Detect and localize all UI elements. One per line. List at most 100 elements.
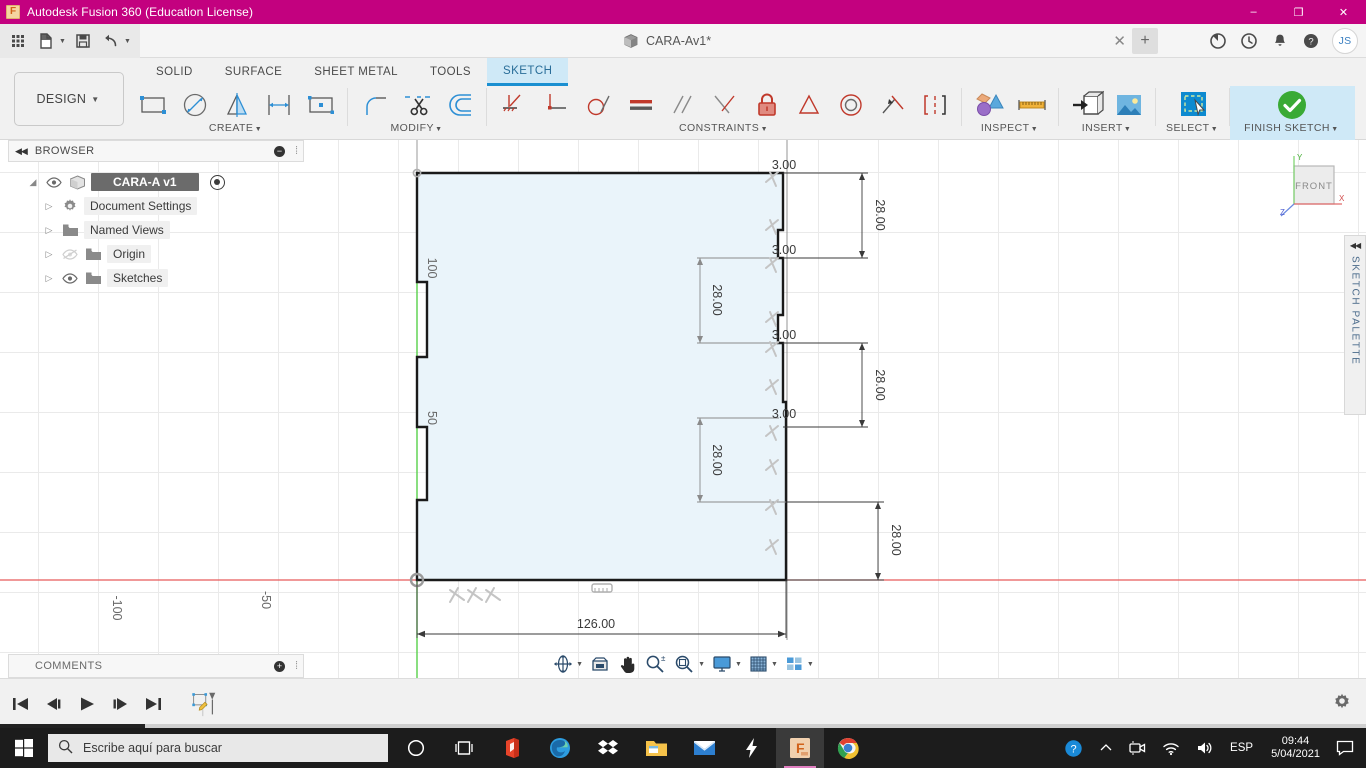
orbit-icon[interactable] xyxy=(550,653,576,675)
windows-help-icon[interactable]: ? xyxy=(1056,739,1091,758)
taskbar-clock[interactable]: 09:44 5/04/2021 xyxy=(1261,735,1330,761)
dropbox-icon[interactable] xyxy=(584,728,632,768)
insert-derive-icon[interactable] xyxy=(1066,86,1107,124)
zoom-icon[interactable]: ± xyxy=(642,653,669,675)
help-icon[interactable]: ? xyxy=(1301,31,1320,50)
pan-hand-icon[interactable] xyxy=(615,653,640,675)
section-analysis-icon[interactable] xyxy=(969,86,1010,124)
trim-scissors-icon[interactable] xyxy=(397,86,438,124)
comments-resize-grip[interactable]: ⁞ xyxy=(295,660,298,672)
tab-sketch[interactable]: SKETCH xyxy=(487,58,569,86)
fillet-icon[interactable] xyxy=(355,86,396,124)
midpoint-constraint-icon[interactable] xyxy=(788,86,829,124)
expand-arrow-icon[interactable]: ▷ xyxy=(42,249,56,260)
browser-item-cara-a[interactable]: ◢ CARA-A v1 xyxy=(8,170,304,194)
app-grid-icon[interactable] xyxy=(5,28,31,54)
new-file-icon[interactable] xyxy=(33,28,59,54)
rectangle-icon[interactable] xyxy=(132,86,173,124)
browser-minimize-icon[interactable]: − xyxy=(274,145,285,157)
timeline-settings-gear-icon[interactable] xyxy=(1332,692,1352,715)
wifi-icon[interactable] xyxy=(1154,741,1188,756)
expand-arrow-icon[interactable]: ▷ xyxy=(42,273,56,284)
circle-diameter-icon[interactable] xyxy=(174,86,215,124)
volume-icon[interactable] xyxy=(1188,740,1222,756)
display-settings-caret-icon[interactable]: ▼ xyxy=(735,661,742,668)
undo-icon[interactable] xyxy=(98,28,124,54)
perpendicular-constraint-icon[interactable] xyxy=(704,86,745,124)
play-icon[interactable] xyxy=(74,691,100,717)
equal-constraint-icon[interactable] xyxy=(620,86,661,124)
insert-image-icon[interactable] xyxy=(1108,86,1149,124)
tab-surface[interactable]: SURFACE xyxy=(209,58,298,86)
expand-arrow-icon[interactable]: ▷ xyxy=(42,225,56,236)
task-view-icon[interactable] xyxy=(440,728,488,768)
notifications-bell-icon[interactable] xyxy=(1270,31,1289,50)
collinear-constraint-icon[interactable] xyxy=(872,86,913,124)
look-at-icon[interactable] xyxy=(587,653,613,675)
notification-center-icon[interactable] xyxy=(1330,740,1366,756)
tab-tools[interactable]: TOOLS xyxy=(414,58,487,86)
visibility-eye-icon[interactable] xyxy=(61,272,79,284)
maximize-button[interactable]: ❐ xyxy=(1276,0,1321,24)
new-document-tab-button[interactable]: + xyxy=(1132,27,1158,54)
viewports-icon[interactable] xyxy=(782,653,807,675)
display-settings-icon[interactable] xyxy=(709,653,735,675)
close-document-tab-icon[interactable]: ✕ xyxy=(1113,32,1126,50)
step-forward-icon[interactable] xyxy=(107,691,133,717)
mail-icon[interactable] xyxy=(680,728,728,768)
browser-panel[interactable]: ◀◀ BROWSER − ⁞ ◢ CARA-A v1 ▷ Document Se… xyxy=(8,140,304,290)
webcam-icon[interactable] xyxy=(1121,740,1154,756)
grid-snaps-icon[interactable] xyxy=(746,653,771,675)
browser-collapse-icon[interactable]: ◀◀ xyxy=(15,146,28,157)
save-icon[interactable] xyxy=(70,28,96,54)
sketch-palette-collapse-icon[interactable]: ◀◀ xyxy=(1350,241,1361,250)
browser-item-sketches[interactable]: ▷ Sketches xyxy=(8,266,304,290)
add-comment-icon[interactable]: + xyxy=(274,660,285,672)
workspace-switcher[interactable]: DESIGN ▼ xyxy=(14,72,124,126)
undo-caret-icon[interactable]: ▼ xyxy=(124,38,131,45)
cortana-icon[interactable] xyxy=(392,728,440,768)
coincident-constraint-icon[interactable] xyxy=(536,86,577,124)
windows-start-icon[interactable] xyxy=(0,728,48,768)
zoom-window-icon[interactable] xyxy=(671,653,698,675)
browser-header[interactable]: ◀◀ BROWSER − ⁞ xyxy=(8,140,304,162)
sketch-feature-icon[interactable] xyxy=(191,691,217,717)
minimize-button[interactable]: – xyxy=(1231,0,1276,24)
view-cube[interactable]: FRONT Y X Z xyxy=(1276,150,1350,224)
browser-item-origin[interactable]: ▷ Origin xyxy=(8,242,304,266)
office-icon[interactable] xyxy=(488,728,536,768)
select-window-cursor-icon[interactable] xyxy=(1173,86,1214,124)
edge-icon[interactable] xyxy=(536,728,584,768)
go-to-end-icon[interactable] xyxy=(140,691,166,717)
mirror-icon[interactable] xyxy=(216,86,257,124)
chrome-icon[interactable] xyxy=(824,728,872,768)
finish-sketch-check-icon[interactable] xyxy=(1272,86,1313,124)
close-button[interactable]: ✕ xyxy=(1321,0,1366,24)
fusion360-icon[interactable]: F xyxy=(776,728,824,768)
symmetry-constraint-icon[interactable] xyxy=(914,86,955,124)
sketch-palette-tab[interactable]: ◀◀ SKETCH PALETTE xyxy=(1344,235,1366,415)
concentric-constraint-icon[interactable] xyxy=(830,86,871,124)
new-file-caret-icon[interactable]: ▼ xyxy=(59,38,66,45)
parallel-constraint-icon[interactable] xyxy=(662,86,703,124)
browser-resize-grip[interactable]: ⁞ xyxy=(295,145,298,157)
expand-arrow-icon[interactable]: ▷ xyxy=(42,201,56,212)
go-to-beginning-icon[interactable] xyxy=(8,691,34,717)
measure-ruler-icon[interactable] xyxy=(1011,86,1052,124)
step-back-icon[interactable] xyxy=(41,691,67,717)
fix-lock-constraint-icon[interactable] xyxy=(746,86,787,124)
rectangular-pattern-icon[interactable] xyxy=(300,86,341,124)
job-status-icon[interactable] xyxy=(1208,31,1227,50)
tangent-constraint-icon[interactable] xyxy=(578,86,619,124)
zoom-window-caret-icon[interactable]: ▼ xyxy=(698,661,705,668)
visibility-eye-off-icon[interactable] xyxy=(61,248,79,260)
browser-item-named-views[interactable]: ▷ Named Views xyxy=(8,218,304,242)
file-explorer-icon[interactable] xyxy=(632,728,680,768)
recent-activity-icon[interactable] xyxy=(1239,31,1258,50)
avatar[interactable]: JS xyxy=(1332,27,1358,54)
lightning-icon[interactable] xyxy=(728,728,776,768)
ribbon-group-finish-sketch[interactable]: FINISH SKETCH ▼ xyxy=(1230,86,1355,140)
grid-snaps-caret-icon[interactable]: ▼ xyxy=(771,661,778,668)
taskbar-search-box[interactable]: Escribe aquí para buscar xyxy=(48,734,388,762)
comments-panel[interactable]: COMMENTS + ⁞ xyxy=(8,654,304,678)
